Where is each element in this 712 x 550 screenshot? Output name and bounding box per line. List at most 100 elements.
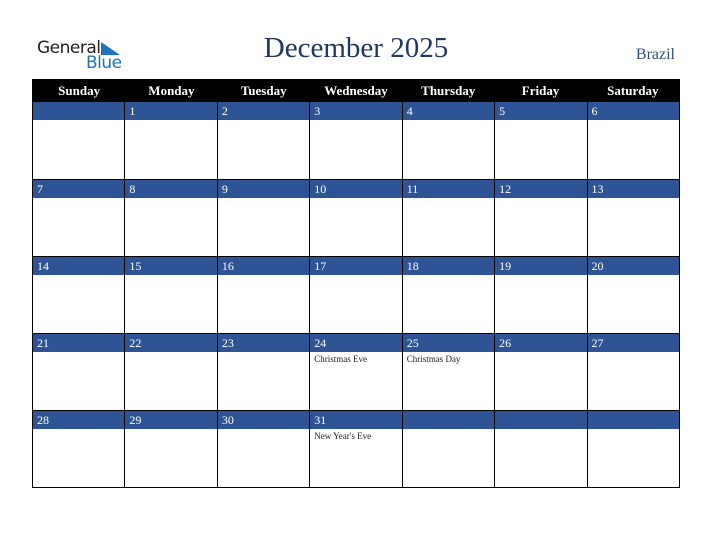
day-number: 18	[402, 257, 495, 275]
day-cell[interactable]: 17	[309, 257, 402, 333]
day-number: 24	[310, 334, 402, 352]
day-number: 21	[33, 334, 125, 352]
holiday-label	[125, 198, 216, 256]
day-number	[33, 102, 125, 120]
holiday-label	[218, 275, 309, 333]
day-cell[interactable]: 11	[401, 180, 495, 256]
holiday-label	[495, 198, 586, 256]
day-number: 23	[217, 334, 310, 352]
week-row: 123456	[33, 102, 679, 179]
weekday-tuesday: Tuesday	[240, 83, 287, 98]
day-cell[interactable]: 29	[124, 411, 217, 487]
country-label: Brazil	[635, 46, 675, 63]
holiday-label	[495, 429, 586, 487]
holiday-label: New Year's Eve	[314, 431, 372, 441]
page-title: December 2025	[263, 32, 449, 64]
day-cell[interactable]: 31 New Year's Eve	[309, 411, 402, 487]
holiday-label: Christmas Eve	[314, 354, 368, 364]
day-cell[interactable]: 22	[124, 334, 217, 410]
holiday-label	[33, 275, 124, 333]
day-number: 31	[310, 411, 402, 429]
day-number: 25	[402, 334, 495, 352]
day-cell[interactable]: 8	[124, 180, 217, 256]
day-cell[interactable]: 23	[216, 334, 310, 410]
day-cell[interactable]: 27	[586, 334, 679, 410]
day-cell[interactable]: 19	[494, 257, 587, 333]
day-number: 15	[125, 257, 217, 275]
holiday-label	[218, 429, 309, 487]
day-number	[402, 411, 495, 429]
holiday-label	[588, 198, 679, 256]
holiday-label	[125, 275, 216, 333]
day-number: 4	[402, 102, 495, 120]
day-cell[interactable]: 16	[216, 257, 310, 333]
day-cell[interactable]: 4	[401, 102, 495, 179]
day-cell[interactable]: 25 Christmas Day	[401, 334, 495, 410]
day-number	[495, 411, 587, 429]
day-number	[587, 411, 679, 429]
day-cell[interactable]: 21	[33, 334, 125, 410]
week-row: 28 29 30 31 New Year's Eve	[33, 410, 679, 487]
day-cell[interactable]: 18	[401, 257, 495, 333]
holiday-label: Christmas Day	[406, 354, 461, 364]
holiday-label	[33, 429, 124, 487]
day-number: 6	[587, 102, 679, 120]
holiday-label	[33, 120, 124, 179]
day-cell[interactable]	[494, 411, 587, 487]
day-cell[interactable]: 1	[124, 102, 217, 179]
day-cell[interactable]: 5	[494, 102, 587, 179]
day-cell[interactable]: 2	[216, 102, 310, 179]
day-number: 30	[217, 411, 310, 429]
day-number: 1	[125, 102, 217, 120]
holiday-label	[403, 120, 494, 179]
day-cell[interactable]: 20	[586, 257, 679, 333]
day-number: 10	[310, 180, 402, 198]
day-number: 8	[125, 180, 217, 198]
day-cell[interactable]: 15	[124, 257, 217, 333]
day-cell[interactable]: 24 Christmas Eve	[309, 334, 402, 410]
day-cell[interactable]: 7	[33, 180, 125, 256]
day-cell[interactable]: 6	[586, 102, 679, 179]
week-row: 14 15 16 17 18 19 20	[33, 256, 679, 333]
day-number: 22	[125, 334, 217, 352]
day-cell[interactable]: 14	[33, 257, 125, 333]
day-cell[interactable]: 13	[586, 180, 679, 256]
week-row: 7 8 9 10 11 12 13	[33, 179, 679, 256]
day-cell[interactable]: 12	[494, 180, 587, 256]
day-cell[interactable]: 3	[309, 102, 402, 179]
holiday-label	[310, 198, 401, 256]
holiday-label	[495, 120, 586, 179]
day-number: 5	[495, 102, 587, 120]
day-cell[interactable]: 10	[309, 180, 402, 256]
day-cell[interactable]: 9	[216, 180, 310, 256]
day-cell[interactable]	[33, 102, 125, 179]
day-cell[interactable]: 28	[33, 411, 125, 487]
day-number: 28	[33, 411, 125, 429]
weekday-wednesday: Wednesday	[324, 83, 388, 98]
day-number: 20	[587, 257, 679, 275]
holiday-label	[403, 198, 494, 256]
day-number: 19	[495, 257, 587, 275]
day-number: 13	[587, 180, 679, 198]
holiday-label	[588, 429, 679, 487]
holiday-label	[588, 120, 679, 179]
holiday-label	[310, 275, 401, 333]
holiday-label	[218, 198, 309, 256]
weekday-sunday: Sunday	[58, 83, 101, 98]
weekday-header: Sunday Monday Tuesday Wednesday Thursday…	[33, 79, 679, 102]
weekday-friday: Friday	[521, 83, 560, 98]
day-cell[interactable]	[586, 411, 679, 487]
day-cell[interactable]: 26	[494, 334, 587, 410]
holiday-label	[125, 429, 216, 487]
weekday-monday: Monday	[148, 83, 195, 98]
day-number: 12	[495, 180, 587, 198]
holiday-label	[403, 429, 494, 487]
holiday-label	[33, 352, 124, 410]
holiday-label	[125, 352, 216, 410]
holiday-label	[218, 120, 309, 179]
day-cell[interactable]	[401, 411, 495, 487]
day-cell[interactable]: 30	[216, 411, 310, 487]
holiday-label	[495, 275, 586, 333]
holiday-label	[588, 352, 679, 410]
day-number: 16	[217, 257, 310, 275]
